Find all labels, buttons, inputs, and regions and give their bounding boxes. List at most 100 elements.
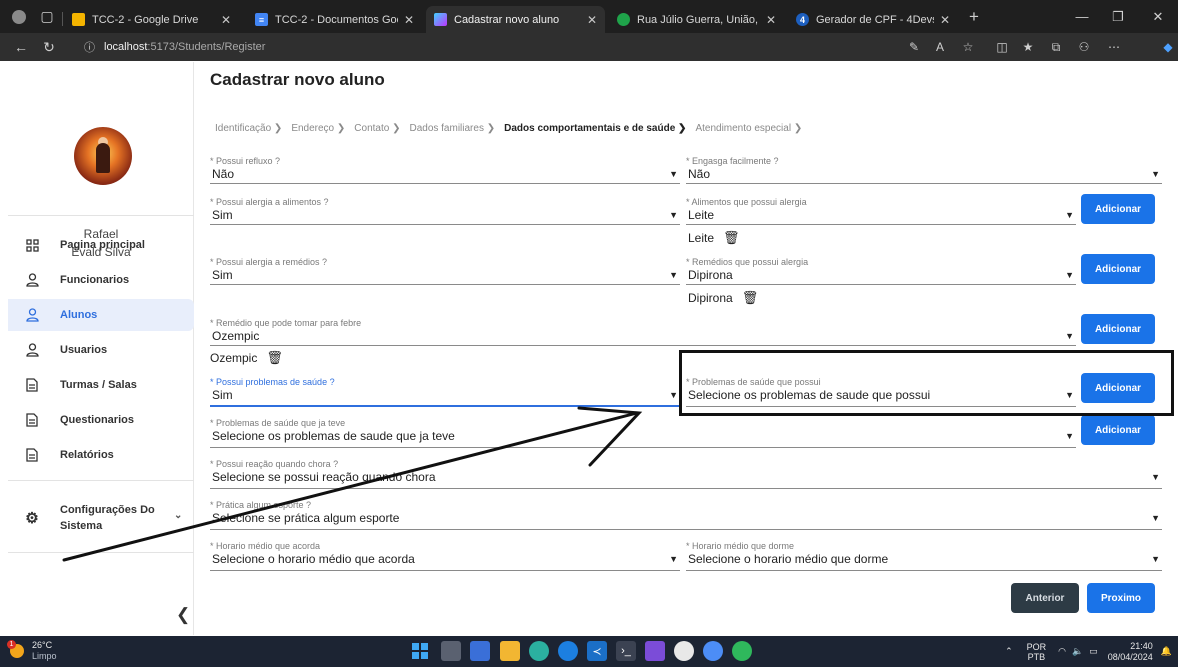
remedio-febre-select[interactable]: * Remédio que pode tomar para febre Ozem…: [210, 318, 1076, 346]
sidebar-item-configuracoes[interactable]: ⚙ Configurações Do Sistema ⌄: [8, 496, 194, 540]
close-icon[interactable]: ✕: [404, 13, 414, 27]
edge-browser-icon[interactable]: [529, 641, 549, 661]
terminal-icon[interactable]: ›_: [616, 641, 636, 661]
widgets-icon[interactable]: [470, 641, 490, 661]
site-info-icon[interactable]: ⓘ: [84, 39, 95, 55]
remedios-alergia-select[interactable]: * Remédios que possui alergia Dipirona ▼: [686, 257, 1076, 285]
minimize-icon[interactable]: —: [1064, 0, 1100, 33]
step-identificacao[interactable]: Identificação ❯: [215, 123, 282, 137]
trash-icon[interactable]: 🗑: [742, 290, 759, 306]
reacao-chora-select[interactable]: * Possui reação quando chora ? Selecione…: [210, 459, 1162, 489]
pen-icon[interactable]: ✎: [902, 33, 926, 61]
extensions-icon[interactable]: ⚇: [1072, 33, 1096, 61]
alergia-alimentos-select[interactable]: * Possui alergia a alimentos ? Sim ▼: [210, 197, 680, 225]
trash-icon[interactable]: 🗑: [723, 230, 740, 246]
split-screen-icon[interactable]: ◫: [990, 33, 1014, 61]
back-icon[interactable]: ←: [8, 33, 34, 61]
more-icon[interactable]: ⋯: [1102, 33, 1126, 61]
language-indicator[interactable]: POR PTB: [1027, 642, 1047, 662]
volume-icon[interactable]: 🔈: [1072, 646, 1083, 657]
task-view-icon[interactable]: [441, 641, 461, 661]
browser-tab-maps[interactable]: Rua Júlio Guerra, União, Ji-Paraná ✕: [609, 6, 784, 33]
copilot-icon[interactable]: ◆: [1156, 33, 1178, 61]
problemas-saude-select[interactable]: * Possui problemas de saúde ? Sim ▼: [210, 377, 680, 407]
visual-studio-icon[interactable]: [645, 641, 665, 661]
step-contato[interactable]: Contato ❯: [354, 123, 400, 137]
window-close-icon[interactable]: ✕: [1140, 0, 1176, 33]
close-icon[interactable]: ✕: [587, 13, 597, 27]
field-label: * Prática algum esporte ?: [210, 500, 312, 510]
remedio-chip: Dipirona 🗑: [688, 290, 758, 306]
person-icon: [23, 308, 41, 322]
sidebar-item-pagina-principal[interactable]: Pagina principal: [8, 229, 194, 261]
chrome-icon[interactable]: [703, 641, 723, 661]
chevron-down-icon: ▼: [669, 210, 678, 220]
refresh-icon[interactable]: ↻: [36, 33, 62, 61]
browser-tab-docs[interactable]: ≡ TCC-2 - Documentos Google ✕: [247, 6, 422, 33]
sidebar-item-turmas-salas[interactable]: Turmas / Salas: [8, 369, 194, 401]
problemas-teve-select[interactable]: * Problemas de saúde que ja teve Selecio…: [210, 418, 1076, 448]
next-button[interactable]: Proximo: [1087, 583, 1155, 613]
step-dados-comportamentais[interactable]: Dados comportamentais e de saúde ❯: [504, 123, 686, 137]
browser-tab-cadastrar[interactable]: Cadastrar novo aluno ✕: [426, 6, 605, 33]
clock[interactable]: 21:40 08/04/2024: [1108, 641, 1153, 663]
sidebar-item-questionarios[interactable]: Questionarios: [8, 404, 194, 436]
edge-dev-icon[interactable]: [558, 641, 578, 661]
windows-start-icon[interactable]: [410, 641, 430, 661]
4devs-icon: 4: [796, 13, 809, 26]
pratica-esporte-select[interactable]: * Prática algum esporte ? Selecione se p…: [210, 500, 1162, 530]
new-tab-icon[interactable]: +: [960, 0, 988, 33]
add-alimento-button[interactable]: Adicionar: [1081, 194, 1155, 224]
tab-actions-icon[interactable]: ▢: [34, 0, 60, 33]
add-remedio-button[interactable]: Adicionar: [1081, 254, 1155, 284]
sun-icon: 1: [7, 640, 24, 658]
restore-icon[interactable]: ❐: [1100, 0, 1136, 33]
read-aloud-icon[interactable]: A: [928, 33, 952, 61]
battery-icon[interactable]: ▭: [1089, 646, 1098, 657]
sidebar-item-alunos[interactable]: Alunos: [8, 299, 194, 331]
add-problema-teve-button[interactable]: Adicionar: [1081, 415, 1155, 445]
browser-tab-drive[interactable]: TCC-2 - Google Drive ✕: [64, 6, 239, 33]
trash-icon[interactable]: 🗑: [266, 350, 283, 366]
sidebar-divider: [8, 215, 194, 216]
vscode-icon[interactable]: ≺: [587, 641, 607, 661]
horario-acorda-select[interactable]: * Horario médio que acorda Selecione o h…: [210, 541, 680, 571]
chevron-up-icon[interactable]: ⌃: [1005, 646, 1013, 657]
browser-tab-4devs[interactable]: 4 Gerador de CPF - 4Devs ✕: [788, 6, 958, 33]
github-icon[interactable]: [674, 641, 694, 661]
horario-dorme-select[interactable]: * Horario médio que dorme Selecione o ho…: [686, 541, 1162, 571]
engasga-select[interactable]: * Engasga facilmente ? Não ▼: [686, 156, 1162, 184]
step-dados-familiares[interactable]: Dados familiares ❯: [409, 123, 495, 137]
alergia-remedios-select[interactable]: * Possui alergia a remédios ? Sim ▼: [210, 257, 680, 285]
collapse-sidebar-button[interactable]: ❮: [176, 605, 190, 625]
chevron-down-icon: ▼: [669, 390, 678, 400]
chevron-down-icon[interactable]: ⌄: [174, 510, 182, 521]
avatar-figure-body: [96, 143, 110, 173]
collections-icon[interactable]: ⧉: [1044, 33, 1068, 61]
favorite-star-icon[interactable]: ☆: [956, 33, 980, 61]
profile-avatar-icon[interactable]: [6, 0, 32, 33]
sidebar-item-relatorios[interactable]: Relatórios: [8, 439, 194, 471]
refluxo-select[interactable]: * Possui refluxo ? Não ▼: [210, 156, 680, 184]
field-value: Sim: [212, 268, 233, 282]
step-atendimento-especial[interactable]: Atendimento especial ❯: [695, 123, 802, 137]
add-remedio-febre-button[interactable]: Adicionar: [1081, 314, 1155, 344]
step-endereco[interactable]: Endereço ❯: [291, 123, 345, 137]
notification-bell-icon[interactable]: 🔔: [1161, 646, 1172, 657]
close-icon[interactable]: ✕: [221, 13, 231, 27]
weather-widget[interactable]: 1 26°C Limpo: [7, 640, 57, 662]
sidebar-item-funcionarios[interactable]: Funcionarios: [8, 264, 194, 296]
whatsapp-icon[interactable]: [732, 641, 752, 661]
favorites-icon[interactable]: ★: [1016, 33, 1040, 61]
taskbar: 1 26°C Limpo ≺ ›_ ⌃ POR PTB ◠ 🔈 ▭ 21:40 …: [0, 636, 1178, 667]
close-icon[interactable]: ✕: [766, 13, 776, 27]
previous-button[interactable]: Anterior: [1011, 583, 1079, 613]
field-value: Selecione se possui reação quando chora: [212, 470, 436, 484]
file-explorer-icon[interactable]: [500, 641, 520, 661]
wifi-icon[interactable]: ◠: [1058, 646, 1066, 657]
sidebar-item-usuarios[interactable]: Usuarios: [8, 334, 194, 366]
chevron-down-icon: ▼: [669, 554, 678, 564]
close-icon[interactable]: ✕: [940, 13, 950, 27]
alimentos-alergia-select[interactable]: * Alimentos que possui alergia Leite ▼: [686, 197, 1076, 225]
url-field[interactable]: ⓘ localhost:5173/Students/Register: [84, 35, 904, 59]
